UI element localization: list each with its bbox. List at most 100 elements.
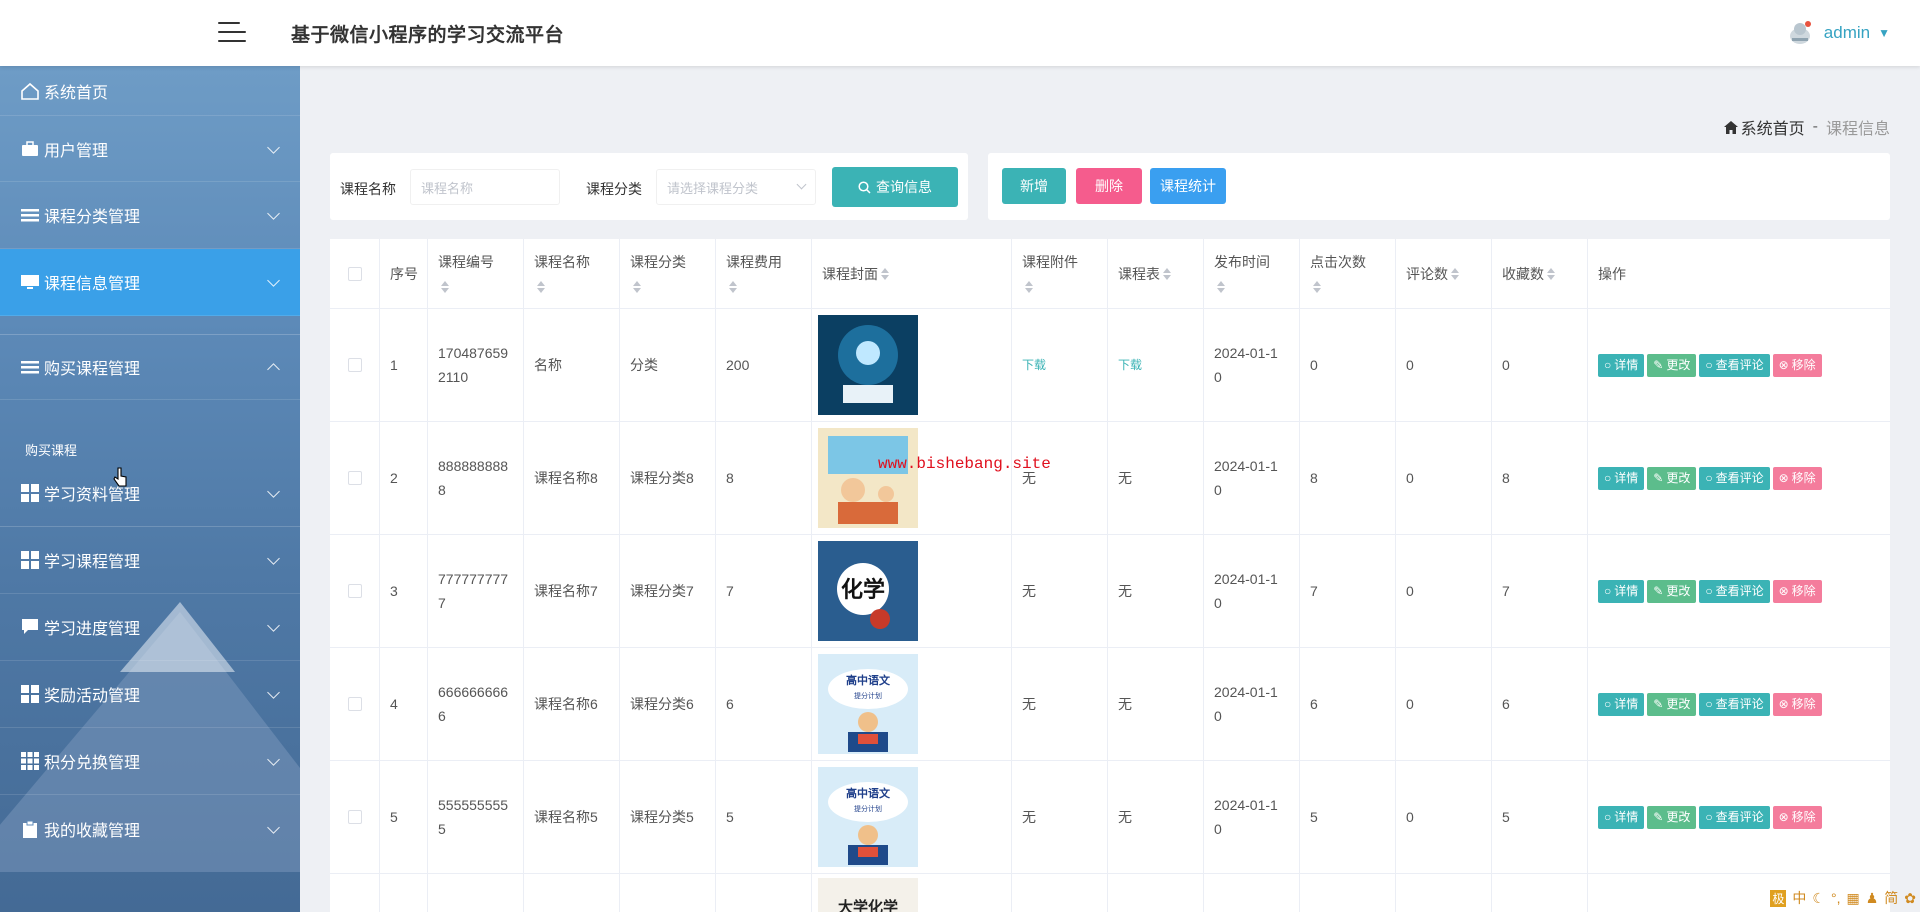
cell-index: 3 — [380, 535, 428, 648]
sort-icon[interactable] — [729, 280, 737, 293]
table-header-comments[interactable]: 评论数 — [1396, 239, 1492, 309]
select-all-checkbox[interactable] — [347, 266, 362, 281]
comments-button[interactable]: ○ 查看评论 — [1699, 692, 1770, 716]
comments-button[interactable]: ○ 查看评论 — [1699, 805, 1770, 829]
ime-mode[interactable]: 简 — [1884, 888, 1898, 908]
course-category-select[interactable]: 请选择课程分类 — [656, 169, 816, 205]
course-cover-image[interactable] — [818, 315, 918, 415]
sidebar-item-rewards[interactable]: 奖励活动管理 — [0, 661, 300, 728]
edit-icon: ✎ — [1653, 358, 1664, 372]
table-header-date[interactable]: 发布时间 — [1204, 239, 1300, 309]
sort-icon[interactable] — [1547, 267, 1555, 280]
sort-icon[interactable] — [1025, 280, 1033, 293]
user-menu[interactable]: admin ▼ — [1786, 18, 1890, 48]
detail-button[interactable]: ○ 详情 — [1598, 353, 1645, 377]
cell-index: 2 — [380, 422, 428, 535]
table-header-index: 序号 — [380, 239, 428, 309]
delete-button[interactable]: 删除 — [1076, 168, 1142, 204]
remove-button[interactable]: ⊗ 移除 — [1772, 692, 1822, 716]
comments-button[interactable]: ○ 查看评论 — [1699, 579, 1770, 603]
sort-icon[interactable] — [1451, 267, 1459, 280]
table-header-clicks[interactable]: 点击次数 — [1300, 239, 1396, 309]
row-checkbox[interactable] — [347, 584, 362, 598]
add-button[interactable]: 新增 — [1002, 168, 1066, 204]
search-button[interactable]: 查询信息 — [832, 167, 958, 207]
stats-button[interactable]: 课程统计 — [1150, 168, 1226, 204]
course-cover-image[interactable] — [818, 428, 918, 528]
table-header-favorites[interactable]: 收藏数 — [1492, 239, 1588, 309]
remove-button[interactable]: ⊗ 移除 — [1772, 805, 1822, 829]
sort-icon[interactable] — [633, 280, 641, 293]
moon-icon[interactable]: ☾ — [1812, 890, 1825, 907]
table-header-category[interactable]: 课程分类 — [620, 239, 716, 309]
remove-icon: ⊗ — [1778, 471, 1789, 485]
table-header-name[interactable]: 课程名称 — [524, 239, 620, 309]
comments-button[interactable]: ○ 查看评论 — [1699, 466, 1770, 490]
sidebar-item-favorites[interactable]: 我的收藏管理 — [0, 795, 300, 862]
sort-icon[interactable] — [881, 267, 889, 280]
code-line-1: 888888888 — [438, 458, 509, 474]
sidebar-item-course-info[interactable]: 课程信息管理 — [0, 249, 300, 316]
edit-button[interactable]: ✎ 更改 — [1647, 579, 1697, 603]
index-value: 4 — [390, 696, 398, 712]
row-checkbox[interactable] — [347, 471, 362, 485]
detail-button[interactable]: ○ 详情 — [1598, 805, 1645, 829]
table-header-fee[interactable]: 课程费用 — [716, 239, 812, 309]
ime-language[interactable]: 中 — [1792, 888, 1806, 908]
search-icon: ○ — [1604, 810, 1612, 824]
table-header-attachment[interactable]: 课程附件 — [1012, 239, 1108, 309]
sort-icon[interactable] — [1163, 267, 1171, 280]
download-link[interactable]: 下载 — [1118, 353, 1142, 377]
breadcrumb-home[interactable]: 系统首页 — [1723, 115, 1805, 139]
sidebar-subitem-purchase-course[interactable]: 购买课程 — [0, 440, 300, 460]
row-checkbox[interactable] — [347, 810, 362, 824]
comments-button[interactable]: ○ 查看评论 — [1699, 353, 1770, 377]
edit-button[interactable]: ✎ 更改 — [1647, 692, 1697, 716]
cell-fee: 8 — [716, 422, 812, 535]
cell-ops: ○ 详情 ✎ 更改 ○ 查看评论 ⊗ 移除 — [1588, 309, 1890, 422]
sort-icon[interactable] — [1313, 280, 1321, 293]
edit-button[interactable]: ✎ 更改 — [1647, 466, 1697, 490]
remove-button[interactable]: ⊗ 移除 — [1772, 353, 1822, 377]
download-link[interactable]: 下载 — [1022, 353, 1046, 377]
edit-button[interactable]: ✎ 更改 — [1647, 353, 1697, 377]
keyboard-icon[interactable]: ▦ — [1846, 890, 1859, 907]
table-header-schedule[interactable]: 课程表 — [1108, 239, 1204, 309]
sidebar-item-purchase[interactable]: 购买课程管理 — [0, 334, 300, 400]
sidebar-item-points[interactable]: 积分兑换管理 — [0, 728, 300, 795]
course-cover-image[interactable]: 高中语文 提分计划 — [818, 767, 918, 867]
sidebar-item-home[interactable]: 系统首页 — [0, 66, 300, 116]
detail-button[interactable]: ○ 详情 — [1598, 466, 1645, 490]
gear-icon[interactable]: ✿ — [1904, 890, 1916, 907]
comments-label: 查看评论 — [1715, 810, 1764, 824]
sidebar-item-course-category[interactable]: 课程分类管理 — [0, 182, 300, 249]
edit-button[interactable]: ✎ 更改 — [1647, 805, 1697, 829]
cell-schedule: 下载 — [1108, 309, 1204, 422]
course-cover-image[interactable]: 化学 — [818, 541, 918, 641]
avatar — [1786, 18, 1816, 48]
remove-button[interactable]: ⊗ 移除 — [1772, 579, 1822, 603]
sort-icon[interactable] — [1217, 280, 1225, 293]
course-name-input[interactable]: 课程名称 — [410, 169, 560, 205]
sidebar-item-users[interactable]: 用户管理 — [0, 116, 300, 182]
sidebar-item-progress[interactable]: 学习进度管理 — [0, 594, 300, 661]
chevron-down-icon — [267, 753, 280, 766]
course-cover-image[interactable]: 大学化学 — [818, 878, 918, 912]
sort-icon[interactable] — [537, 280, 545, 293]
sort-icon[interactable] — [441, 280, 449, 293]
menu-toggle-icon[interactable] — [218, 20, 246, 44]
course-cover-image[interactable]: 高中语文 提分计划 — [818, 654, 918, 754]
row-checkbox[interactable] — [347, 358, 362, 372]
detail-button[interactable]: ○ 详情 — [1598, 579, 1645, 603]
detail-button[interactable]: ○ 详情 — [1598, 692, 1645, 716]
sidebar-item-materials[interactable]: 学习资料管理 — [0, 460, 300, 527]
row-checkbox[interactable] — [347, 697, 362, 711]
user-icon[interactable]: ♟ — [1866, 890, 1879, 907]
sidebar-item-study-course[interactable]: 学习课程管理 — [0, 527, 300, 594]
table-header-cover[interactable]: 课程封面 — [812, 239, 1012, 309]
dots-icon[interactable]: °, — [1831, 890, 1841, 906]
edit-icon: ✎ — [1653, 584, 1664, 598]
table-header-code[interactable]: 课程编号 — [428, 239, 524, 309]
remove-button[interactable]: ⊗ 移除 — [1772, 466, 1822, 490]
cell-ops: ○ 详情 ✎ 更改 ○ 查看评论 ⊗ 移除 — [1588, 422, 1890, 535]
